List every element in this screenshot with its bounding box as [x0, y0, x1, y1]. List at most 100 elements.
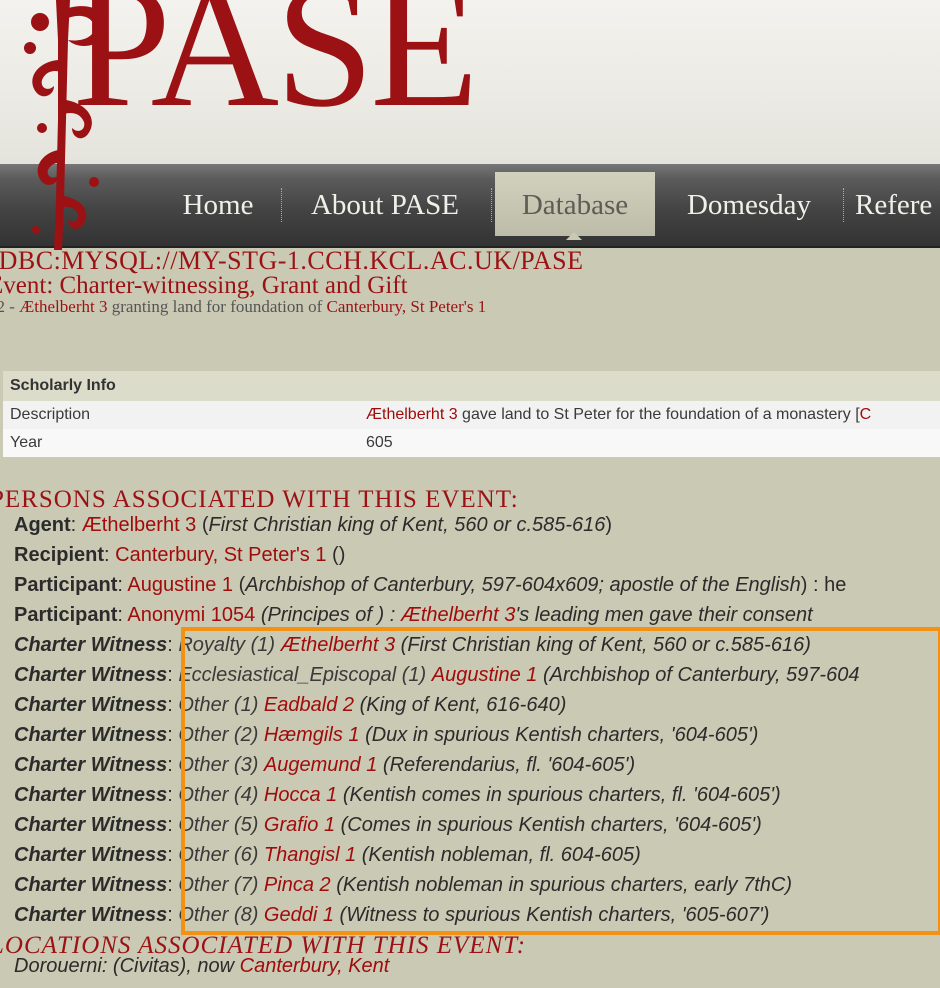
person-role: Charter Witness: [14, 874, 168, 896]
nav-separator: [843, 188, 844, 222]
person-description: (Witness to spurious Kentish charters, '…: [339, 904, 770, 926]
subtitle-person-link[interactable]: Æthelberht 3: [19, 297, 107, 316]
person-description: (Comes in spurious Kentish charters, '60…: [340, 814, 762, 836]
description-inner: First Christian king of Kent, 560 or c.5…: [208, 514, 606, 536]
event-title: Event: Charter-witnessing, Grant and Gif…: [0, 272, 408, 299]
person-description: (First Christian king of Kent, 560 or c.…: [400, 634, 811, 656]
witness-rank: Other (3): [178, 754, 259, 776]
role-separator: :: [117, 574, 128, 596]
person-link[interactable]: Eadbald 2: [264, 694, 354, 716]
nav-domesday[interactable]: Domesday: [666, 172, 832, 236]
person-row: Participant: Anonymi 1054 (Principes of …: [14, 600, 940, 630]
person-role: Charter Witness: [14, 754, 168, 776]
person-row: Participant: Augustine 1 (Archbishop of …: [14, 570, 940, 600]
person-link[interactable]: Augemund 1: [264, 754, 377, 776]
person-row: Charter Witness: Other (4) Hocca 1 (Kent…: [14, 780, 940, 810]
location-item: Dorouerni: (Civitas), now Canterbury, Ke…: [14, 955, 389, 978]
person-description: (First Christian king of Kent, 560 or c.…: [202, 514, 612, 536]
witness-rank: Royalty (1): [178, 634, 276, 656]
spacer: :: [167, 784, 179, 806]
person-description: (): [332, 544, 345, 566]
person-row: Charter Witness: Other (7) Pinca 2 (Kent…: [14, 870, 940, 900]
spacer: :: [167, 814, 179, 836]
person-link[interactable]: Æthelberht 3: [281, 634, 396, 656]
person-link[interactable]: Hocca 1: [264, 784, 337, 806]
location-prefix: Dorouerni: (Civitas), now: [14, 955, 240, 977]
subtitle-place-link[interactable]: Canterbury, St Peter's 1: [327, 297, 487, 316]
nav-reference[interactable]: Refere: [855, 172, 940, 236]
role-separator: :: [70, 514, 82, 536]
person-description: (Dux in spurious Kentish charters, '604-…: [365, 724, 759, 746]
description-person-link[interactable]: Æthelberht 3: [366, 406, 458, 423]
person-link[interactable]: Anonymi 1054: [127, 604, 255, 626]
person-link[interactable]: Augustine 1: [432, 664, 538, 686]
row-value: Æthelberht 3 gave land to St Peter for t…: [366, 406, 871, 424]
spacer: :: [167, 634, 179, 656]
witness-rank: Other (8): [178, 904, 259, 926]
person-extra-link[interactable]: Æthelberht 3: [401, 604, 516, 626]
person-row: Recipient: Canterbury, St Peter's 1 (): [14, 540, 940, 570]
nav-separator: [281, 188, 282, 222]
person-role: Charter Witness: [14, 724, 168, 746]
person-role: Charter Witness: [14, 844, 168, 866]
spacer: :: [167, 874, 179, 896]
nav-database[interactable]: Database: [495, 172, 655, 236]
person-link[interactable]: Thangisl 1: [264, 844, 356, 866]
person-row: Charter Witness: Ecclesiastical_Episcopa…: [14, 660, 940, 690]
person-description: (Referendarius, fl. '604-605'): [382, 754, 636, 776]
person-row: Charter Witness: Other (1) Eadbald 2 (Ki…: [14, 690, 940, 720]
person-role: Charter Witness: [14, 904, 168, 926]
witness-rank: Other (2): [178, 724, 259, 746]
person-role: Participant: [14, 574, 118, 596]
description-text: gave land to St Peter for the foundation…: [457, 406, 860, 423]
person-role: Charter Witness: [14, 784, 168, 806]
nav-about-pase[interactable]: About PASE: [292, 172, 478, 236]
person-link[interactable]: Pinca 2: [264, 874, 331, 896]
person-link[interactable]: Geddi 1: [264, 904, 334, 926]
person-row: Charter Witness: Other (5) Grafio 1 (Com…: [14, 810, 940, 840]
person-role: Participant: [14, 604, 118, 626]
person-link[interactable]: Æthelberht 3: [82, 514, 197, 536]
person-link[interactable]: Augustine 1: [127, 574, 233, 596]
person-description: (Kentish comes in spurious charters, fl.…: [342, 784, 781, 806]
witness-rank: Other (6): [178, 844, 259, 866]
person-description: (Kentish nobleman in spurious charters, …: [336, 874, 792, 896]
person-role: Charter Witness: [14, 814, 168, 836]
site-header: PASE: [0, 0, 940, 164]
person-row: Agent: Æthelberht 3 (First Christian kin…: [14, 510, 940, 540]
person-description: (King of Kent, 616-640): [359, 694, 567, 716]
person-extra-text: 's leading men gave their consent: [515, 604, 813, 626]
role-separator: :: [117, 604, 128, 626]
description-citation-link[interactable]: C: [860, 406, 872, 423]
witness-rank: Other (1): [178, 694, 259, 716]
person-role: Recipient: [14, 544, 105, 566]
pase-logo-text[interactable]: PASE: [72, 0, 479, 134]
person-link[interactable]: Grafio 1: [264, 814, 335, 836]
person-link[interactable]: Canterbury, St Peter's 1: [115, 544, 326, 566]
main-nav: Home About PASE Database Domesday Refere: [0, 164, 940, 248]
person-role: Charter Witness: [14, 694, 168, 716]
location-link[interactable]: Canterbury, Kent: [240, 955, 390, 977]
paren: ): [605, 514, 613, 536]
persons-list: Agent: Æthelberht 3 (First Christian kin…: [14, 510, 940, 930]
description-inner: Archbishop of Canterbury, 597-604x609; a…: [245, 574, 801, 596]
witness-rank: Other (5): [178, 814, 259, 836]
subtitle-middle: granting land for foundation of: [107, 297, 327, 316]
nav-separator: [491, 188, 492, 222]
active-tab-indicator: [566, 232, 582, 240]
pase-logo-ornament: [24, 0, 107, 250]
scholarly-info-header: Scholarly Info: [3, 371, 940, 401]
witness-rank: Ecclesiastical_Episcopal (1): [178, 664, 427, 686]
spacer: :: [167, 724, 179, 746]
person-description: (Principes of ) :: [260, 604, 401, 626]
spacer: :: [167, 754, 179, 776]
person-row: Charter Witness: Royalty (1) Æthelberht …: [14, 630, 940, 660]
person-row: Charter Witness: Other (6) Thangisl 1 (K…: [14, 840, 940, 870]
scholarly-info-heading: Scholarly Info: [10, 377, 116, 394]
subtitle-prefix: 62 -: [0, 297, 15, 316]
row-value: 605: [366, 434, 393, 451]
person-link[interactable]: Hæmgils 1: [264, 724, 360, 746]
nav-home[interactable]: Home: [166, 172, 270, 236]
witness-rank: Other (7): [178, 874, 259, 896]
person-role: Agent: [14, 514, 71, 536]
